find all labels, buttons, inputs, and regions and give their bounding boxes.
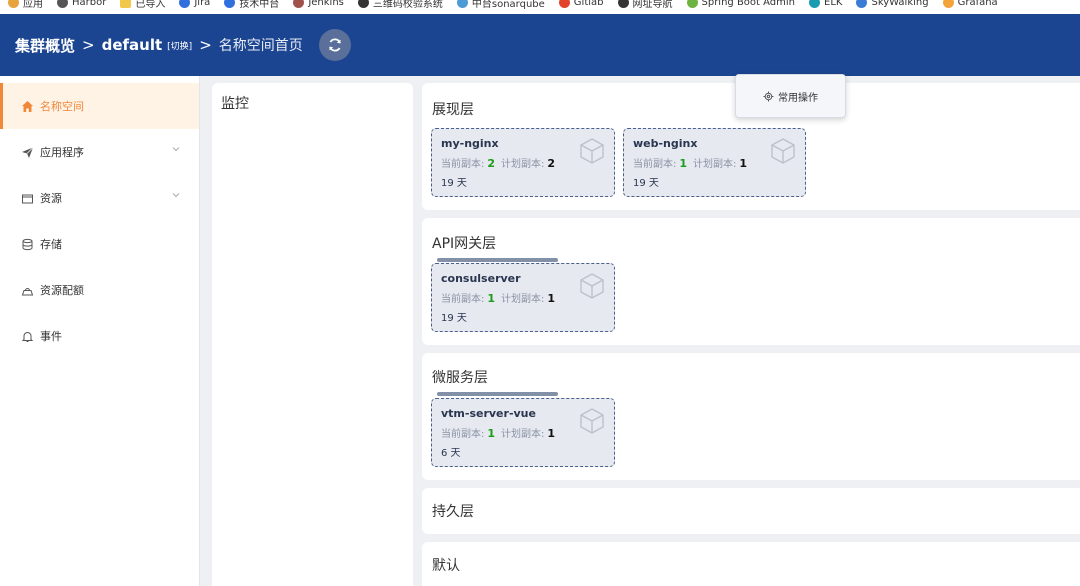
database-icon bbox=[20, 237, 34, 251]
bookmark-sonarqube[interactable]: 中台sonarqube bbox=[456, 0, 545, 10]
bookmark-jenkins[interactable]: Jenkins bbox=[293, 0, 344, 10]
layer-title: 展现层 bbox=[432, 102, 474, 118]
workload-age: 19 天 bbox=[441, 178, 467, 189]
sidebar-item-resources[interactable]: 资源 bbox=[0, 175, 199, 221]
chevron-down-icon[interactable] bbox=[171, 190, 181, 203]
sidebar-item-label: 资源 bbox=[40, 192, 62, 205]
switch-namespace-link[interactable]: [切换] bbox=[167, 39, 192, 52]
bookmark-skywalking[interactable]: SkyWalking bbox=[856, 0, 929, 10]
bookmarks-bar: 应用 Harbor 已导入 Jira 技术中台 Jenkins 三维码校验系统 … bbox=[0, 0, 1080, 14]
paper-plane-icon bbox=[20, 145, 34, 159]
workload-age: 6 天 bbox=[441, 448, 461, 459]
monitor-panel: 监控 bbox=[212, 83, 413, 586]
common-operations-button[interactable]: 常用操作 bbox=[735, 74, 846, 118]
bookmark-nav-site[interactable]: 网址导航 bbox=[617, 0, 673, 10]
sidebar-item-label: 应用程序 bbox=[40, 146, 84, 159]
bookmark-verification-system[interactable]: 三维码校验系统 bbox=[357, 0, 443, 10]
layer-title: 持久层 bbox=[432, 504, 474, 520]
jenkins-icon bbox=[293, 0, 305, 8]
bell-icon bbox=[20, 329, 34, 343]
skywalking-icon bbox=[856, 0, 868, 8]
sidebar-item-resource-quota[interactable]: 资源配额 bbox=[0, 267, 199, 313]
workload-card[interactable]: web-nginx 当前副本: 1 计划副本: 1 19 天 bbox=[623, 128, 806, 197]
bookmark-spring-boot-admin[interactable]: Spring Boot Admin bbox=[686, 0, 795, 10]
refresh-button[interactable] bbox=[318, 29, 351, 61]
layer-persistence: 持久层 bbox=[422, 488, 1080, 534]
sidebar-item-events[interactable]: 事件 bbox=[0, 313, 199, 359]
layer-default: 默认 bbox=[422, 542, 1080, 586]
workload-card[interactable]: vtm-server-vue 当前副本: 1 计划副本: 1 6 天 bbox=[431, 398, 615, 467]
workload-card[interactable]: my-nginx 当前副本: 2 计划副本: 2 19 天 bbox=[431, 128, 615, 197]
bookmark-gitlab[interactable]: Gitlab bbox=[558, 0, 604, 10]
breadcrumb-cluster[interactable]: 集群概览 bbox=[15, 35, 75, 56]
sidebar-item-label: 名称空间 bbox=[40, 100, 84, 113]
refresh-icon bbox=[328, 38, 341, 52]
cube-icon bbox=[771, 138, 795, 164]
layer-api-gateway: API网关层 consulserver 当前副本: 1 计划副本: 1 19 天 bbox=[422, 218, 1080, 345]
quota-icon bbox=[20, 283, 34, 297]
tech-platform-icon bbox=[224, 0, 236, 8]
sidebar-item-label: 存储 bbox=[40, 238, 62, 251]
sidebar: 名称空间 应用程序 资源 存储 资源配额 事件 bbox=[0, 76, 200, 586]
bookmark-elk[interactable]: ELK bbox=[809, 0, 842, 10]
gitlab-icon bbox=[558, 0, 570, 8]
workload-age: 19 天 bbox=[441, 313, 467, 324]
sidebar-item-label: 资源配额 bbox=[40, 284, 84, 297]
apps-grid-icon bbox=[8, 0, 19, 8]
monitor-title: 监控 bbox=[221, 96, 249, 112]
cube-icon bbox=[580, 408, 604, 434]
sidebar-item-storage[interactable]: 存储 bbox=[0, 221, 199, 267]
breadcrumb-namespace: default bbox=[101, 36, 163, 54]
breadcrumb-separator: > bbox=[82, 36, 95, 54]
folder-icon bbox=[20, 191, 34, 205]
layer-title: 默认 bbox=[432, 558, 460, 574]
folder-icon bbox=[120, 0, 132, 8]
bookmark-jira[interactable]: Jira bbox=[179, 0, 210, 10]
common-operations-label: 常用操作 bbox=[778, 92, 818, 104]
top-header: 集群概览 > default [切换] > 名称空间首页 bbox=[0, 14, 1080, 76]
home-icon bbox=[20, 99, 34, 113]
sonarqube-icon bbox=[456, 0, 468, 8]
chevron-down-icon[interactable] bbox=[171, 144, 181, 157]
cube-icon bbox=[580, 273, 604, 299]
spring-boot-icon bbox=[686, 0, 698, 8]
bookmark-tech-platform[interactable]: 技术中台 bbox=[224, 0, 279, 10]
nav-site-icon bbox=[617, 0, 629, 8]
layer-microservices: 微服务层 vtm-server-vue 当前副本: 1 计划副本: 1 6 天 bbox=[422, 353, 1080, 480]
bookmark-grafana[interactable]: Grafana bbox=[942, 0, 998, 10]
bookmark-apps[interactable]: 应用 bbox=[8, 0, 43, 10]
bookmark-harbor[interactable]: Harbor bbox=[57, 0, 106, 10]
sidebar-item-applications[interactable]: 应用程序 bbox=[0, 129, 199, 175]
jira-icon bbox=[179, 0, 191, 8]
cube-icon bbox=[580, 138, 604, 164]
sidebar-item-namespace[interactable]: 名称空间 bbox=[0, 83, 199, 129]
elk-icon bbox=[809, 0, 821, 8]
breadcrumb-separator: > bbox=[199, 36, 212, 54]
layer-title-underline bbox=[437, 258, 558, 262]
layer-title: API网关层 bbox=[432, 236, 497, 252]
workload-age: 19 天 bbox=[633, 178, 659, 189]
sidebar-item-label: 事件 bbox=[40, 330, 62, 343]
workload-card[interactable]: consulserver 当前副本: 1 计划副本: 1 19 天 bbox=[431, 263, 615, 332]
layer-title: 微服务层 bbox=[432, 370, 488, 386]
breadcrumb-page: 名称空间首页 bbox=[218, 38, 303, 54]
gear-icon bbox=[763, 91, 774, 102]
harbor-icon bbox=[57, 0, 68, 8]
layer-title-underline bbox=[437, 392, 558, 396]
verification-system-icon bbox=[357, 0, 369, 8]
grafana-icon bbox=[942, 0, 954, 8]
bookmark-imported[interactable]: 已导入 bbox=[120, 0, 165, 10]
